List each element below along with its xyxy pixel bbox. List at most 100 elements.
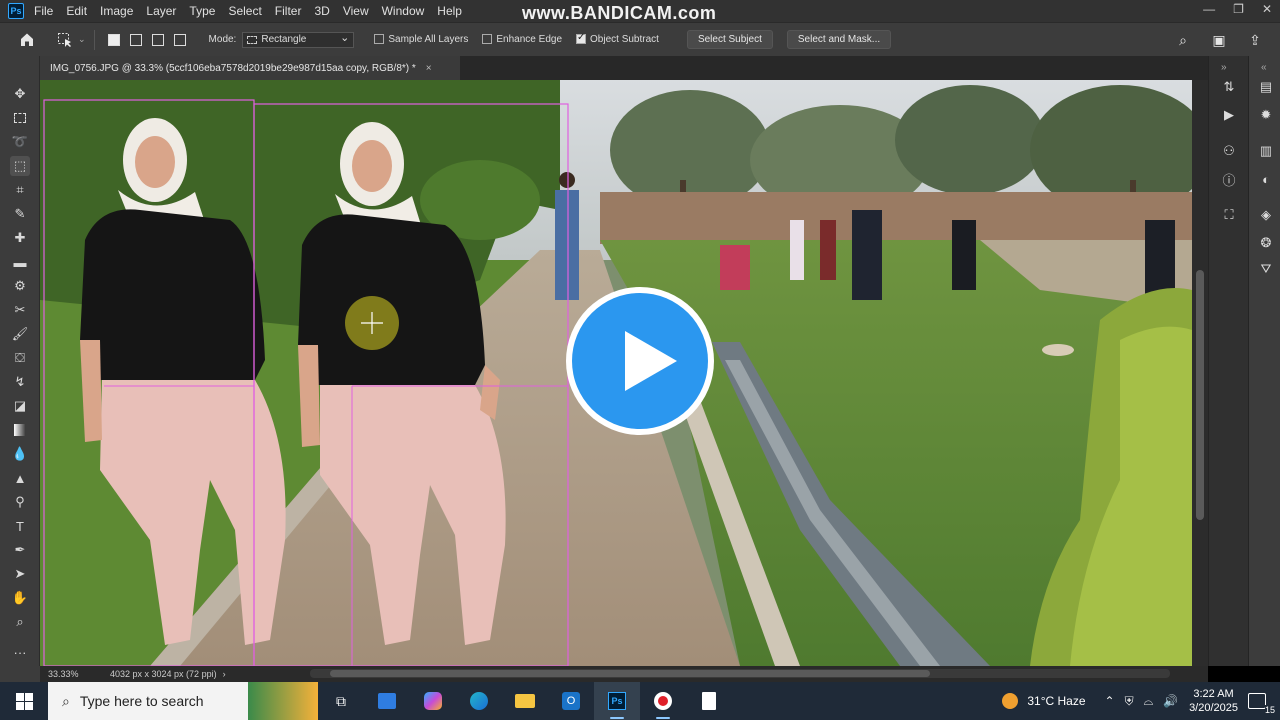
document-icon[interactable] xyxy=(686,682,732,720)
bandicam-icon[interactable] xyxy=(640,682,686,720)
tool-preset-chevron-icon[interactable]: ⌄ xyxy=(78,34,86,45)
zoom-tool-icon[interactable]: ⌕ xyxy=(10,612,30,632)
play-button[interactable] xyxy=(566,287,714,435)
menu-select[interactable]: Select xyxy=(228,4,261,18)
sample-all-layers-checkbox[interactable]: Sample All Layers xyxy=(374,34,468,45)
clone-stamp-tool-icon[interactable]: ⛋ xyxy=(10,348,30,368)
outlook-icon[interactable]: O xyxy=(548,682,594,720)
vertical-scroll-thumb[interactable] xyxy=(1196,270,1204,520)
network-icon[interactable]: ⌓ xyxy=(1144,694,1154,709)
patch-tool-icon[interactable]: ⚙ xyxy=(10,276,30,296)
horizontal-scrollbar[interactable] xyxy=(310,669,1170,678)
rectangle-icon xyxy=(247,35,258,44)
type-tool-icon[interactable]: T xyxy=(10,516,30,536)
menu-3d[interactable]: 3D xyxy=(314,4,329,18)
adjustments-icon[interactable]: ◐ xyxy=(1257,170,1275,188)
copilot-icon[interactable] xyxy=(410,682,456,720)
channels-icon[interactable]: ❂ xyxy=(1257,234,1275,252)
chevron-up-icon[interactable]: ⌃ xyxy=(1105,694,1115,708)
zoom-level[interactable]: 33.33% xyxy=(40,669,79,679)
collapse-panels-icon[interactable]: » xyxy=(1221,62,1227,73)
menu-view[interactable]: View xyxy=(343,4,369,18)
menu-layer[interactable]: Layer xyxy=(146,4,176,18)
clone-source-icon[interactable]: ⛶ xyxy=(1220,206,1238,224)
mode-select[interactable]: Rectangle xyxy=(242,31,355,48)
document-tab[interactable]: IMG_0756.JPG @ 33.3% (5ccf106eba7578d201… xyxy=(40,56,460,80)
menu-image[interactable]: Image xyxy=(100,4,133,18)
horizontal-scroll-thumb[interactable] xyxy=(330,670,930,677)
paths-icon[interactable]: ⛛ xyxy=(1257,260,1275,278)
scissors-tool-icon[interactable]: ✂ xyxy=(10,300,30,320)
intersect-selection-icon[interactable] xyxy=(169,29,191,51)
more-tools-icon[interactable]: ··· xyxy=(10,642,30,662)
libraries-icon[interactable]: ▥ xyxy=(1257,142,1275,160)
info-icon[interactable]: ⓘ xyxy=(1220,170,1238,188)
blur-tool-icon[interactable]: 💧 xyxy=(10,444,30,464)
brush-settings-icon[interactable]: ⚇ xyxy=(1220,142,1238,160)
speaker-icon[interactable]: 🔊 xyxy=(1163,694,1178,708)
menu-filter[interactable]: Filter xyxy=(275,4,302,18)
status-menu-arrow[interactable]: › xyxy=(223,669,226,679)
new-selection-icon[interactable] xyxy=(103,29,125,51)
spot-healing-tool-icon[interactable]: ▬ xyxy=(10,252,30,272)
select-subject-button[interactable]: Select Subject xyxy=(686,30,773,49)
history-icon[interactable]: ⇅ xyxy=(1220,78,1238,96)
eyedropper-tool-icon[interactable]: ✎ xyxy=(10,204,30,224)
restore-icon[interactable]: ❐ xyxy=(1233,2,1244,16)
store-icon[interactable] xyxy=(364,682,410,720)
gradient-tool-icon[interactable] xyxy=(10,420,30,440)
select-and-mask-button[interactable]: Select and Mask... xyxy=(786,30,892,49)
crop-tool-icon[interactable]: ⌗ xyxy=(10,180,30,200)
healing-brush-tool-icon[interactable]: ✚ xyxy=(10,228,30,248)
home-icon[interactable] xyxy=(16,29,38,51)
task-view-icon[interactable]: ⧉ xyxy=(318,682,364,720)
eraser-tool-icon[interactable]: ◪ xyxy=(10,396,30,416)
photoshop-taskbar-icon[interactable]: Ps xyxy=(594,682,640,720)
menu-edit[interactable]: Edit xyxy=(66,4,87,18)
layers-icon[interactable]: ◈ xyxy=(1257,206,1275,224)
menu-window[interactable]: Window xyxy=(382,4,425,18)
sharpen-tool-icon[interactable]: ▲ xyxy=(10,468,30,488)
history-brush-tool-icon[interactable]: ↯ xyxy=(10,372,30,392)
weather-icon[interactable] xyxy=(1002,693,1019,709)
path-selection-tool-icon[interactable]: ➤ xyxy=(10,564,30,584)
marquee-tool-icon[interactable] xyxy=(10,108,30,128)
vertical-scrollbar[interactable] xyxy=(1192,80,1208,666)
object-selection-tool-icon[interactable] xyxy=(54,29,76,51)
pen-tool-icon[interactable]: ✒ xyxy=(10,540,30,560)
search-icon[interactable]: ⌕ xyxy=(1172,29,1194,51)
share-icon[interactable]: ⇪ xyxy=(1244,29,1266,51)
close-tab-icon[interactable]: × xyxy=(426,63,432,74)
document-info[interactable]: 4032 px x 3024 px (72 ppi) xyxy=(110,669,217,679)
file-explorer-icon[interactable] xyxy=(502,682,548,720)
notifications-icon[interactable]: 15 xyxy=(1248,693,1275,715)
defender-icon[interactable]: ⛨ xyxy=(1125,694,1134,709)
actions-play-icon[interactable]: ▶ xyxy=(1220,106,1238,124)
subtract-from-selection-icon[interactable] xyxy=(147,29,169,51)
minimize-icon[interactable]: — xyxy=(1203,2,1215,16)
color-icon[interactable]: ✹ xyxy=(1257,106,1275,124)
panel-strip: » ⇅ ▶ ⚇ ⓘ ⛶ xyxy=(1208,56,1248,666)
hand-tool-icon[interactable]: ✋ xyxy=(10,588,30,608)
photoshop-logo[interactable]: Ps xyxy=(8,3,24,19)
start-button[interactable] xyxy=(0,682,48,720)
add-to-selection-icon[interactable] xyxy=(125,29,147,51)
lasso-tool-icon[interactable]: ➰ xyxy=(10,132,30,152)
histogram-icon[interactable]: ▤ xyxy=(1257,78,1275,96)
object-selection-tool-icon[interactable]: ⬚ xyxy=(10,156,30,176)
brush-tool-icon[interactable]: 🖌 xyxy=(10,324,30,344)
clock[interactable]: 3:22 AM 3/20/2025 xyxy=(1189,687,1238,715)
enhance-edge-checkbox[interactable]: Enhance Edge xyxy=(482,34,562,45)
menu-help[interactable]: Help xyxy=(437,4,462,18)
dodge-tool-icon[interactable]: ⚲ xyxy=(10,492,30,512)
move-tool-icon[interactable]: ✥ xyxy=(10,84,30,104)
object-subtract-checkbox[interactable]: Object Subtract xyxy=(576,32,659,45)
weather-text[interactable]: 31°C Haze xyxy=(1027,694,1085,708)
edge-icon[interactable] xyxy=(456,682,502,720)
menu-type[interactable]: Type xyxy=(189,4,215,18)
workspace-icon[interactable]: ▣ xyxy=(1208,29,1230,51)
menu-file[interactable]: File xyxy=(34,4,53,18)
close-icon[interactable]: ✕ xyxy=(1262,2,1272,16)
taskbar-search[interactable]: ⌕ Type here to search xyxy=(48,682,318,720)
expand-panels-icon[interactable]: « xyxy=(1261,62,1267,73)
